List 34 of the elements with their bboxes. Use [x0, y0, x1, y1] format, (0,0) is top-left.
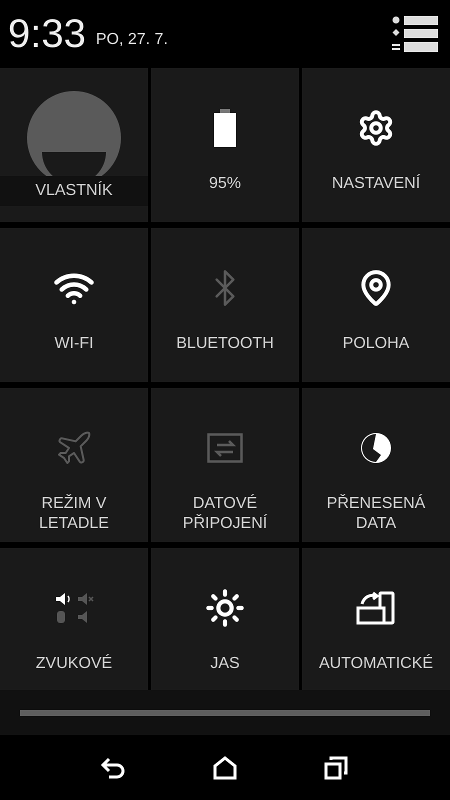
tile-label: 95% — [208, 174, 242, 194]
quick-setting-tile[interactable]: PŘENESENÁ DATA — [302, 388, 450, 542]
quick-setting-tile[interactable]: DATOVÉ PŘIPOJENÍ — [151, 388, 299, 542]
quick-setting-tile[interactable]: POLOHA — [302, 228, 450, 382]
quick-setting-tile[interactable]: ZVUKOVÉ — [0, 548, 148, 690]
date: PO, 27. 7. — [96, 31, 169, 49]
quick-setting-tile[interactable]: 95% — [151, 68, 299, 222]
pie-chart-icon — [359, 431, 393, 465]
list-menu-icon[interactable] — [392, 14, 438, 54]
owner-label: VLASTNÍK — [0, 176, 148, 206]
quick-setting-tile[interactable]: WI-FI — [0, 228, 148, 382]
clock-time: 9:33 — [8, 12, 86, 56]
quick-setting-tile[interactable]: BLUETOOTH — [151, 228, 299, 382]
tile-label: JAS — [209, 654, 241, 674]
owner-tile[interactable]: VLASTNÍK — [0, 68, 148, 222]
tile-label: POLOHA — [342, 334, 410, 354]
settings-icon — [357, 109, 395, 147]
quick-setting-tile[interactable]: AUTOMATICKÉ — [302, 548, 450, 690]
data-transfer-icon — [207, 433, 243, 463]
tile-label: PŘENESENÁ DATA — [326, 494, 426, 534]
auto-rotate-icon — [356, 590, 396, 626]
tile-label: BLUETOOTH — [175, 334, 275, 354]
tile-label: ZVUKOVÉ — [34, 654, 114, 674]
tile-label: WI-FI — [53, 334, 95, 354]
battery-icon — [213, 109, 237, 147]
quick-setting-tile[interactable]: JAS — [151, 548, 299, 690]
quick-setting-tile[interactable]: NASTAVENÍ — [302, 68, 450, 222]
tile-label: AUTOMATICKÉ — [318, 654, 434, 674]
tile-label: REŽIM V LETADLE — [38, 494, 110, 534]
sound-profiles-icon — [54, 593, 94, 623]
brightness-icon — [205, 588, 245, 628]
quick-setting-tile[interactable]: REŽIM V LETADLE — [0, 388, 148, 542]
tile-label: NASTAVENÍ — [330, 174, 422, 194]
tile-label: DATOVÉ PŘIPOJENÍ — [182, 494, 268, 534]
